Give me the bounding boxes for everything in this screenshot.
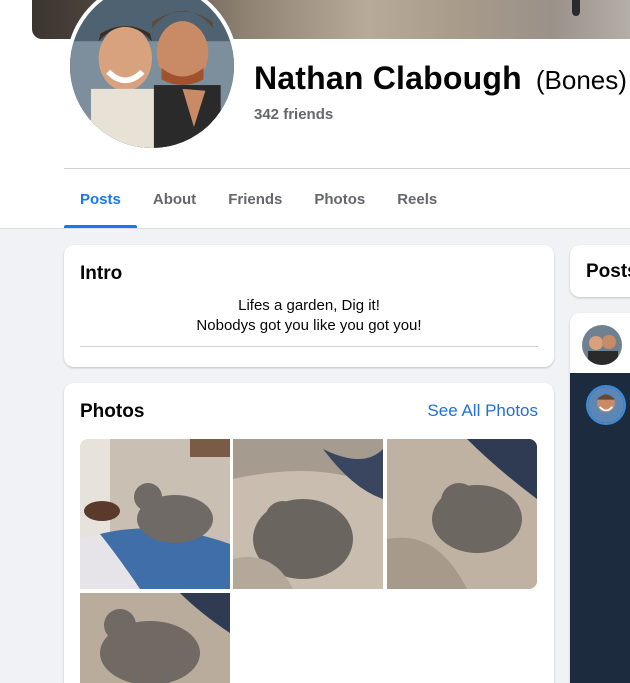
photos-card: Photos See All Photos	[64, 383, 554, 683]
bio-line-1: Lifes a garden, Dig it!	[238, 297, 380, 314]
tab-reels[interactable]: Reels	[381, 170, 453, 228]
photo-thumbnail[interactable]	[80, 439, 230, 589]
profile-avatar[interactable]	[66, 0, 238, 152]
profile-tabs: Posts About Friends Photos Reels	[64, 170, 453, 228]
avatar-image	[588, 387, 624, 423]
intro-divider	[80, 346, 538, 347]
cat-photo-image	[80, 593, 230, 683]
profile-name: Nathan Clabough	[254, 60, 522, 96]
intro-bio: Lifes a garden, Dig it! Nobodys got you …	[80, 296, 538, 336]
bio-line-2: Nobodys got you like you got you!	[196, 317, 422, 334]
photos-title: Photos	[80, 401, 145, 422]
tab-posts[interactable]: Posts	[64, 170, 137, 228]
cat-photo-image	[233, 439, 383, 589]
photo-thumbnail[interactable]	[387, 439, 537, 589]
friends-count[interactable]: 342 friends	[254, 106, 333, 123]
posts-card: Posts	[570, 245, 630, 297]
tab-friends[interactable]: Friends	[212, 170, 298, 228]
intro-card: Intro Lifes a garden, Dig it! Nobodys go…	[64, 245, 554, 367]
intro-title: Intro	[80, 263, 123, 284]
cover-detail	[572, 0, 580, 16]
profile-name-block: Nathan Clabough (Bones)	[254, 60, 627, 97]
profile-nickname: (Bones)	[535, 65, 627, 95]
tab-about[interactable]: About	[137, 170, 212, 228]
see-all-photos-link[interactable]: See All Photos	[427, 401, 538, 421]
avatar-image	[582, 325, 622, 365]
header-divider	[64, 168, 630, 169]
post-author-avatar[interactable]	[586, 385, 626, 425]
profile-header: Nathan Clabough (Bones) 342 friends Posts…	[0, 0, 630, 229]
photo-thumbnail[interactable]	[80, 593, 230, 683]
posts-title: Posts	[586, 261, 630, 282]
photo-thumbnail[interactable]	[233, 439, 383, 589]
cat-photo-image	[80, 439, 230, 589]
composer-avatar[interactable]	[582, 325, 622, 365]
cat-photo-image	[387, 439, 537, 589]
feed-card	[570, 313, 630, 683]
tab-photos[interactable]: Photos	[298, 170, 381, 228]
avatar-image	[70, 0, 234, 148]
